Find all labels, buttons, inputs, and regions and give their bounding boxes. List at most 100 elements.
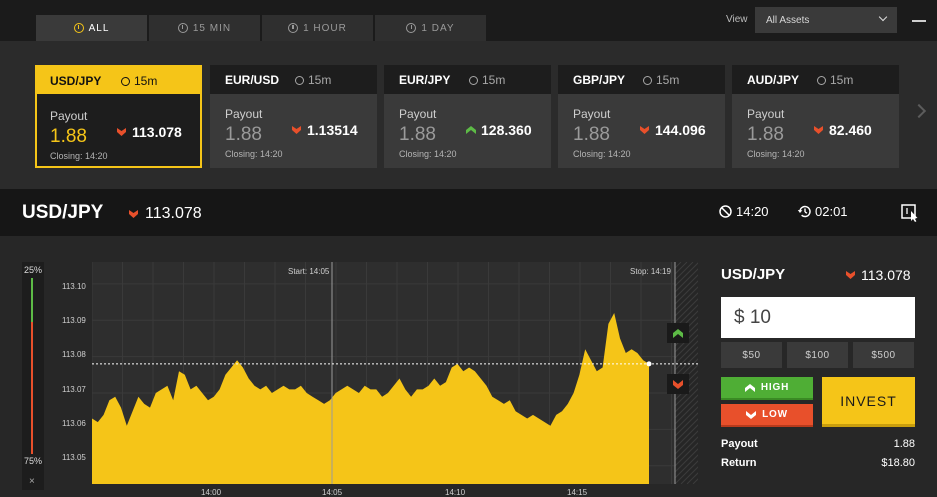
card-payout-label: Payout (747, 107, 785, 121)
payout-label: Payout (721, 438, 758, 450)
low-marker (667, 374, 689, 394)
card-period-value: 15m (308, 73, 332, 87)
return-value: $18.80 (881, 457, 915, 469)
close-icon[interactable]: × (29, 476, 35, 487)
x-tick-label: 14:10 (445, 488, 466, 497)
clock-icon (406, 23, 417, 33)
start-label: Start: 14:05 (288, 267, 330, 276)
y-tick-label: 113.06 (62, 419, 86, 428)
closing-time-value: 14:20 (736, 204, 769, 219)
asset-card-eur-jpy[interactable]: EUR/JPY 15m Payout 1.88 128.360 Closing: 14:2… (384, 65, 551, 168)
card-price-value: 144.096 (655, 122, 706, 138)
high-button[interactable]: HIGH (721, 377, 813, 400)
card-period: 15m (295, 73, 331, 87)
arrow-up-icon (744, 383, 755, 392)
card-price: 82.460 (814, 122, 872, 138)
arrow-down-icon (814, 126, 823, 134)
stop-label: Stop: 14:19 (630, 267, 671, 276)
preset-100-button[interactable]: $100 (787, 342, 848, 368)
card-price: 113.078 (117, 124, 182, 140)
panel-asset-price: 113.078 (846, 267, 911, 283)
asset-filter-select[interactable]: All Assets (755, 7, 897, 33)
card-payout-label: Payout (399, 107, 437, 121)
card-period: 15m (121, 74, 157, 88)
sentiment-high-bar (31, 278, 33, 322)
arrow-down-icon (673, 379, 683, 389)
clock-icon (295, 75, 304, 85)
card-payout-label: Payout (573, 107, 611, 121)
preset-50-button[interactable]: $50 (721, 342, 782, 368)
price-chart[interactable]: Start: 14:05 Stop: 14:19 (92, 262, 698, 484)
arrow-up-icon (673, 328, 683, 338)
preset-500-button[interactable]: $500 (853, 342, 914, 368)
tab-15-min[interactable]: 15 MIN (149, 15, 260, 41)
asset-card-gbp-jpy[interactable]: GBP/JPY 15m Payout 1.88 144.096 Closing: 14:2… (558, 65, 725, 168)
tab-all[interactable]: ALL (36, 15, 147, 41)
sentiment-low-bar (31, 322, 33, 454)
card-closing: Closing: 14:20 (225, 149, 283, 159)
tab-label: 1 HOUR (303, 22, 347, 34)
price-chart-svg: Start: 14:05 Stop: 14:19 (92, 262, 698, 484)
select-chart-icon[interactable] (901, 204, 919, 222)
view-label: View (726, 14, 748, 25)
clock-icon (817, 75, 826, 85)
card-pair: USD/JPY (50, 73, 102, 88)
card-header: AUD/JPY 15m (732, 65, 899, 94)
asset-card-aud-jpy[interactable]: AUD/JPY 15m Payout 1.88 82.460 Closing: 14:20 (732, 65, 899, 168)
asset-price-value: 113.078 (145, 205, 202, 222)
card-period-value: 15m (482, 73, 506, 87)
card-price-value: 128.360 (481, 122, 532, 138)
card-closing: Closing: 14:20 (399, 149, 457, 159)
panel-asset-name: USD/JPY (721, 266, 786, 283)
y-tick-label: 113.10 (62, 282, 86, 291)
clock-icon (177, 23, 188, 33)
card-period: 15m (469, 73, 505, 87)
minimize-icon[interactable] (912, 20, 926, 22)
return-label: Return (721, 457, 757, 469)
sentiment-high-percent: 25% (24, 265, 43, 275)
panel-price-value: 113.078 (861, 267, 911, 283)
high-marker (667, 323, 689, 343)
card-pair: EUR/USD (225, 72, 280, 87)
amount-input[interactable]: $ 10 (721, 297, 915, 338)
asset-card-usd-jpy[interactable]: USD/JPY 15m Payout 1.88 113.078 Closing: 14:2… (35, 65, 202, 168)
card-payout-value: 1.88 (225, 124, 262, 145)
tab-1-hour[interactable]: 1 HOUR (262, 15, 373, 41)
card-pair: EUR/JPY (399, 72, 451, 87)
history-icon (797, 205, 811, 218)
top-bar: ALL 15 MIN 1 HOUR 1 DAY View All Assets (0, 0, 937, 41)
card-pair: GBP/JPY (573, 72, 626, 87)
tab-label: 15 MIN (192, 22, 232, 34)
arrow-down-icon (129, 210, 138, 218)
card-period-value: 15m (134, 74, 158, 88)
card-payout-label: Payout (50, 109, 88, 123)
clock-icon (643, 75, 652, 85)
clock-icon (469, 75, 478, 85)
card-payout-value: 1.88 (399, 124, 436, 145)
card-header: GBP/JPY 15m (558, 65, 725, 94)
asset-card-eur-usd[interactable]: EUR/USD 15m Payout 1.88 1.13514 Closing: 14:2… (210, 65, 377, 168)
tab-label: ALL (88, 22, 110, 34)
card-closing: Closing: 14:20 (747, 149, 805, 159)
card-period: 15m (817, 73, 853, 87)
card-payout-label: Payout (225, 107, 263, 121)
x-tick-label: 14:15 (567, 488, 588, 497)
tab-1-day[interactable]: 1 DAY (375, 15, 486, 41)
card-price-value: 82.460 (829, 122, 872, 138)
tab-label: 1 DAY (421, 22, 455, 34)
card-price: 128.360 (466, 122, 532, 138)
arrow-down-icon (846, 271, 855, 279)
card-price-value: 1.13514 (307, 122, 358, 138)
clock-icon (121, 76, 130, 86)
sentiment-low-percent: 75% (24, 456, 43, 466)
y-tick-label: 113.09 (62, 316, 86, 325)
low-label: LOW (762, 409, 788, 420)
arrow-down-icon (292, 126, 301, 134)
chevron-down-icon (878, 12, 888, 22)
card-period-value: 15m (830, 73, 854, 87)
invest-button[interactable]: INVEST (822, 377, 915, 427)
card-price-value: 113.078 (132, 124, 182, 140)
card-payout-value: 1.88 (747, 124, 784, 145)
card-price: 1.13514 (292, 122, 358, 138)
low-button[interactable]: LOW (721, 404, 813, 427)
